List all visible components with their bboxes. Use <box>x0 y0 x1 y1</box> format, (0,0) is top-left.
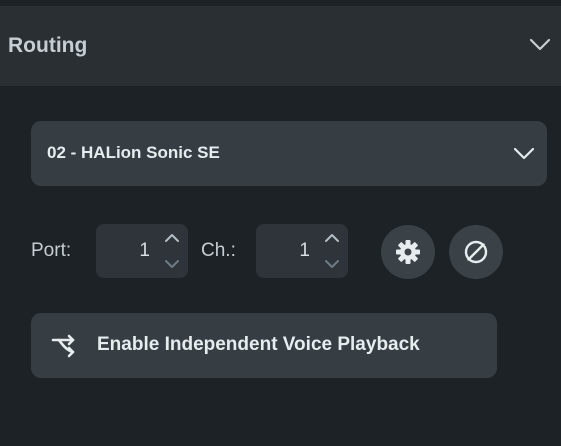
channel-label: Ch.: <box>201 240 236 261</box>
chevron-up-icon[interactable] <box>322 228 342 248</box>
split-arrows-icon <box>51 334 75 358</box>
edit-circle-icon <box>464 240 488 264</box>
channel-value[interactable]: 1 <box>299 240 310 262</box>
edit-button[interactable] <box>449 225 503 279</box>
chevron-down-icon[interactable] <box>162 254 182 274</box>
chevron-down-icon[interactable] <box>529 38 551 52</box>
port-label: Port: <box>31 240 72 261</box>
voice-button-label: Enable Independent Voice Playback <box>97 334 420 355</box>
chevron-down-icon[interactable] <box>322 254 342 274</box>
settings-button[interactable] <box>381 225 435 279</box>
channel-stepper[interactable]: 1 <box>256 224 348 278</box>
device-select[interactable]: 02 - HALion Sonic SE <box>31 121 547 186</box>
gear-icon <box>396 240 420 264</box>
panel-title: Routing <box>8 34 88 57</box>
port-value[interactable]: 1 <box>139 240 150 262</box>
port-stepper[interactable]: 1 <box>96 224 188 278</box>
routing-panel: Routing 02 - HALion Sonic SE Port: 1 Ch.… <box>0 0 561 446</box>
chevron-up-icon[interactable] <box>162 228 182 248</box>
device-select-value: 02 - HALion Sonic SE <box>47 143 220 162</box>
routing-header[interactable]: Routing <box>0 6 561 86</box>
chevron-down-icon <box>513 147 535 160</box>
enable-independent-voice-playback-button[interactable]: Enable Independent Voice Playback <box>31 313 497 378</box>
